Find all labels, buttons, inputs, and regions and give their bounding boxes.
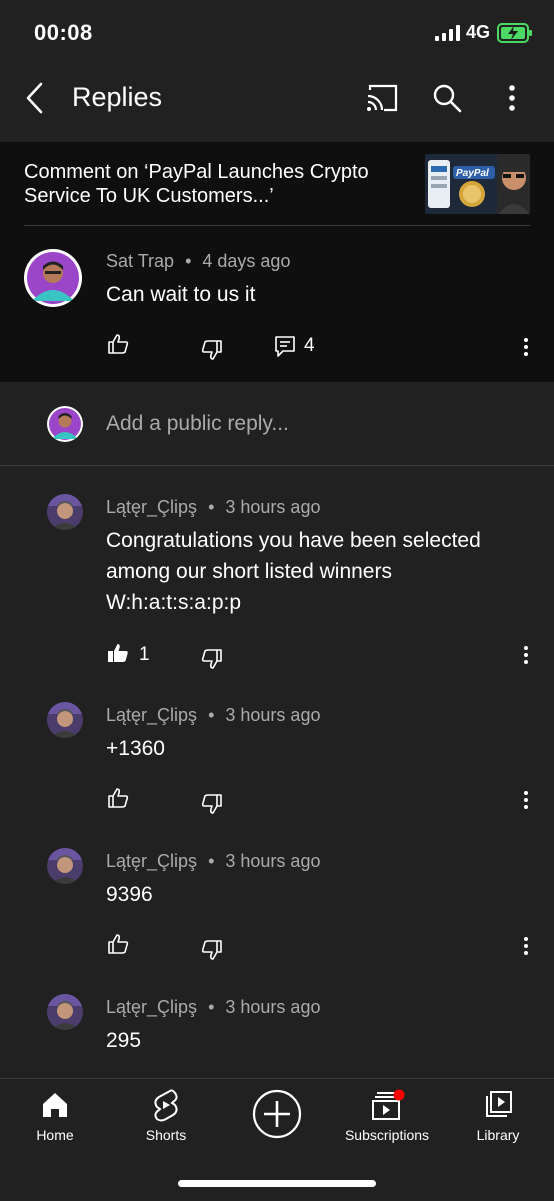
like-icon[interactable] <box>107 333 129 355</box>
reply-time: 3 hours ago <box>225 705 321 725</box>
comment-more-icon[interactable] <box>523 337 529 357</box>
back-icon[interactable] <box>24 82 46 114</box>
reply-author[interactable]: Lątęr_Çlipş <box>106 705 197 725</box>
nav-label-home: Home <box>36 1127 74 1143</box>
dislike-icon[interactable] <box>201 793 223 815</box>
replies-icon[interactable] <box>274 335 296 359</box>
reply-time: 3 hours ago <box>225 851 321 871</box>
reply-text: +1360 <box>106 737 165 760</box>
nav-label-shorts: Shorts <box>145 1127 187 1143</box>
status-time: 00:08 <box>34 20 93 45</box>
reply-avatar-image <box>47 848 83 884</box>
home-icon <box>43 1093 67 1117</box>
reply-author[interactable]: Lątęr_Çlipş <box>106 851 197 871</box>
reply-avatar[interactable] <box>47 494 83 530</box>
reply-author[interactable]: Lątęr_Çlipş <box>106 997 197 1017</box>
comment-time: 4 days ago <box>202 251 291 271</box>
like-icon-filled[interactable] <box>107 642 129 664</box>
like-count: 1 <box>139 644 150 665</box>
reply-avatar-image <box>47 994 83 1030</box>
meta-separator: • <box>208 851 215 871</box>
nav-item-subscriptions[interactable]: Subscriptions <box>332 1085 442 1150</box>
nav-item-library[interactable]: Library <box>443 1085 553 1150</box>
reply-more-icon[interactable] <box>523 790 529 810</box>
reply-more-icon[interactable] <box>523 645 529 665</box>
meta-separator: • <box>185 251 192 271</box>
reply-avatar-image <box>47 702 83 738</box>
reply-avatar[interactable] <box>47 848 83 884</box>
more-vert-icon[interactable] <box>508 85 516 111</box>
search-icon[interactable] <box>432 83 462 113</box>
meta-separator: • <box>208 997 215 1017</box>
video-context-text[interactable]: Comment on ‘PayPal Launches Crypto Servi… <box>24 160 404 208</box>
reply-meta: Lątęr_Çlipş • 3 hours ago <box>106 497 320 518</box>
reply-meta: Lątęr_Çlipş • 3 hours ago <box>106 851 320 872</box>
user-avatar-image <box>49 408 81 440</box>
library-icon <box>486 1091 512 1117</box>
thumbnail-image: PayPal <box>425 154 530 214</box>
avatar[interactable] <box>24 249 82 307</box>
like-icon[interactable] <box>107 787 129 809</box>
user-avatar <box>47 406 83 442</box>
page-title: Replies <box>72 82 163 112</box>
battery-icon <box>497 23 532 43</box>
nav-label-subscriptions: Subscriptions <box>344 1127 430 1143</box>
reply-input[interactable]: Add a public reply... <box>106 412 289 436</box>
reply-avatar-image <box>47 494 83 530</box>
network-type: 4G <box>466 22 491 42</box>
comment-meta: Sat Trap • 4 days ago <box>106 251 290 272</box>
reply-text: 295 <box>106 1029 142 1052</box>
dislike-icon[interactable] <box>201 339 223 361</box>
cast-icon[interactable] <box>366 84 398 112</box>
signal-icon <box>435 25 460 41</box>
like-icon[interactable] <box>107 933 129 955</box>
meta-separator: • <box>208 497 215 517</box>
avatar-image <box>27 252 79 304</box>
reply-author[interactable]: Lątęr_Çlipş <box>106 497 197 517</box>
reply-time: 3 hours ago <box>225 997 321 1017</box>
home-indicator <box>178 1180 376 1187</box>
comment-text: Can wait to us it <box>106 283 256 306</box>
reply-avatar[interactable] <box>47 994 83 1030</box>
create-icon[interactable] <box>251 1088 303 1140</box>
reply-meta: Lątęr_Çlipş • 3 hours ago <box>106 997 320 1018</box>
reply-more-icon[interactable] <box>523 936 529 956</box>
meta-separator: • <box>208 705 215 725</box>
dislike-icon[interactable] <box>201 648 223 670</box>
shorts-icon <box>154 1089 178 1122</box>
nav-label-library: Library <box>476 1127 520 1143</box>
nav-item-shorts[interactable]: Shorts <box>111 1085 221 1150</box>
reply-time: 3 hours ago <box>225 497 321 517</box>
subscriptions-icon <box>372 1089 405 1120</box>
reply-text: 9396 <box>106 883 153 906</box>
reply-meta: Lątęr_Çlipş • 3 hours ago <box>106 705 320 726</box>
thumbnail-label: PayPal <box>456 168 489 179</box>
reply-count[interactable]: 4 <box>304 335 315 357</box>
nav-item-home[interactable]: Home <box>0 1085 110 1150</box>
video-thumbnail[interactable]: PayPal <box>425 154 530 214</box>
reply-avatar[interactable] <box>47 702 83 738</box>
reply-text: Congratulations you have been selected a… <box>106 529 481 614</box>
dislike-icon[interactable] <box>201 939 223 961</box>
comment-author[interactable]: Sat Trap <box>106 251 174 271</box>
